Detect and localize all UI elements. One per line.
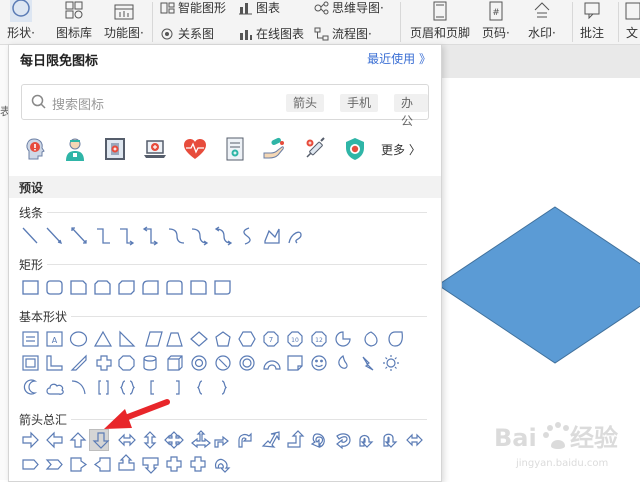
svg-text:Bai: Bai xyxy=(494,424,537,452)
svg-text:jingyan.baidu.com: jingyan.baidu.com xyxy=(515,458,608,469)
svg-text:经验: 经验 xyxy=(570,424,618,452)
baidu-watermark-logo: Bai 经验 jingyan.baidu.com xyxy=(494,422,618,469)
